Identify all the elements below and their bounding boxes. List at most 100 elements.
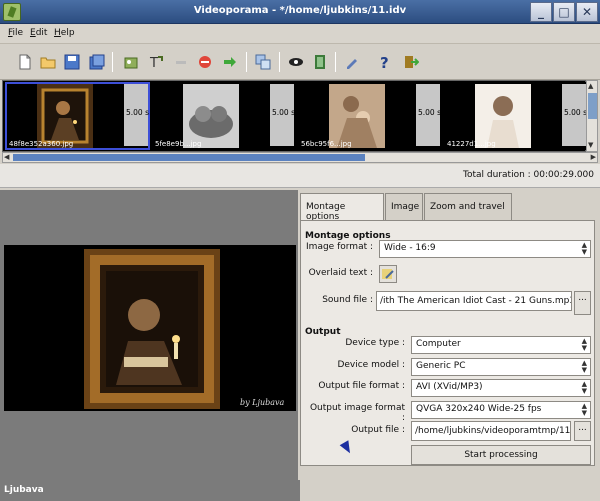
strip-frame[interactable]: 5.00 s 56bc95f6...jpg [297,82,442,150]
spin-icon: ▲ ▼ [581,337,587,352]
strip-frame[interactable]: 5.00 s 48f8e352a360.jpg [5,82,150,150]
film-strip: 5.00 s 48f8e352a360.jpg 5.00 s 5fe8e9b..… [2,80,588,152]
frame-duration: 5.00 s [564,108,587,117]
strip-frame[interactable]: 5.00 s 41227d1...jpg [443,82,588,150]
scroll-right-icon[interactable]: ▶ [591,153,596,161]
add-image-icon[interactable] [123,54,139,70]
move-up-icon[interactable] [173,54,189,70]
window-title: Videoporama - */home/ljubkins/11.idv [193,5,407,16]
sound-file-field[interactable]: /ith The American Idiot Cast - 21 Guns.m… [376,291,572,311]
frame-filename: 5fe8e9b...jpg [155,140,202,148]
preview-icon[interactable] [288,54,304,70]
settings-icon[interactable] [344,54,360,70]
image-format-select[interactable]: Wide - 16:9 ▲ ▼ [379,240,591,258]
status-line: Total duration : 00:00:29.000 [0,164,600,188]
toolbar-separator [335,52,336,72]
frame-duration: 5.00 s [126,108,149,117]
thumbnail-image [37,84,93,148]
menu-edit[interactable]: Edit [30,28,47,38]
tab-content: Montage options Image format : Wide - 16… [300,220,595,466]
tab-montage-options[interactable]: Montage options [300,193,384,222]
frame-duration: 5.00 s [272,108,295,117]
svg-text:T: T [149,56,158,70]
options-panel: Montage options Image Zoom and travel Mo… [300,190,600,480]
toolbar-separator [112,52,113,72]
scrollbar-thumb[interactable] [588,93,597,119]
save-as-icon[interactable] [89,54,105,70]
device-model-label: Device model : [337,360,405,370]
toolbar-separator [246,52,247,72]
svg-text:?: ? [380,54,389,70]
output-file-field[interactable]: /home/ljubkins/videoporamtmp/11 [411,421,571,441]
add-title-icon[interactable]: T [148,54,164,70]
spin-icon: ▲ ▼ [581,380,587,395]
tab-zoom-and-travel[interactable]: Zoom and travel [424,193,512,220]
preview-picture: by Ljubava [4,245,296,411]
device-type-label: Device type : [345,338,405,348]
tab-image[interactable]: Image [385,193,423,220]
new-icon[interactable] [17,54,33,70]
spin-icon: ▲ ▼ [581,402,587,417]
menu-file[interactable]: File [8,28,23,38]
watermark-text: Ljubava [4,485,44,495]
output-file-format-select[interactable]: AVI (XVid/MP3) ▲ ▼ [411,379,591,397]
output-file-browse-button[interactable]: ... [574,421,591,441]
open-icon[interactable] [40,54,56,70]
device-model-value: Generic PC [416,361,466,371]
frame-filename: 56bc95f6...jpg [301,140,352,148]
strip-horizontal-scrollbar[interactable]: ◀ ▶ [2,152,598,163]
device-type-select[interactable]: Computer ▲ ▼ [411,336,591,354]
strip-frame[interactable]: 5.00 s 5fe8e9b...jpg [151,82,296,150]
start-processing-button[interactable]: Start processing [411,445,591,465]
device-model-select[interactable]: Generic PC ▲ ▼ [411,358,591,376]
overlaid-text-button[interactable] [379,265,397,283]
scroll-left-icon[interactable]: ◀ [4,153,9,161]
scroll-up-icon[interactable]: ▲ [588,82,593,90]
thumbnail-image [329,84,385,148]
film-icon[interactable] [312,54,328,70]
title-bar: Videoporama - */home/ljubkins/11.idv _ □… [0,0,600,24]
image-format-value: Wide - 16:9 [384,243,436,253]
device-type-value: Computer [416,339,461,349]
menu-bar: File Edit Help [0,24,600,44]
spin-icon: ▲ ▼ [581,359,587,374]
close-button[interactable]: ✕ [576,2,598,22]
sound-file-browse-button[interactable]: ... [574,291,591,315]
frame-filename: 41227d1...jpg [447,140,496,148]
bottom-right-area [300,480,600,501]
help-icon[interactable]: ? [377,54,393,70]
strip-vertical-scrollbar[interactable]: ▲ ▼ [586,80,598,152]
image-format-label: Image format : [306,242,373,252]
preview-image: by Ljubava [4,245,296,411]
montage-section-title: Montage options [305,231,391,241]
frame-filename: 48f8e352a360.jpg [9,140,74,148]
toolbar: T ? [0,44,600,80]
total-duration: Total duration : 00:00:29.000 [463,170,594,180]
duplicate-icon[interactable] [255,54,271,70]
delete-icon[interactable] [197,54,213,70]
thumbnail-image [475,84,531,148]
output-image-format-select[interactable]: QVGA 320x240 Wide-25 fps ▲ ▼ [411,401,591,419]
output-section-title: Output [305,327,341,337]
bottom-left-area [0,480,300,501]
frame-duration: 5.00 s [418,108,441,117]
maximize-button[interactable]: □ [553,2,575,22]
minimize-button[interactable]: _ [530,2,552,22]
save-icon[interactable] [64,54,80,70]
move-right-icon[interactable] [222,54,238,70]
output-image-format-value: QVGA 320x240 Wide-25 fps [416,404,542,414]
scrollbar-thumb[interactable] [13,154,365,161]
toolbar-separator [279,52,280,72]
exit-icon[interactable] [403,54,419,70]
thumbnail-image [183,84,239,148]
output-file-label: Output file : [351,425,405,435]
sound-file-label: Sound file : [322,295,373,305]
output-file-format-label: Output file format : [318,381,405,391]
output-image-format-label: Output image format : [309,403,405,423]
menu-help[interactable]: Help [54,28,75,38]
output-file-format-value: AVI (XVid/MP3) [416,382,483,392]
spin-icon: ▲ ▼ [581,241,587,256]
edit-text-icon [382,269,394,279]
overlaid-text-label: Overlaid text : [308,268,373,278]
scroll-down-icon[interactable]: ▼ [588,141,593,149]
